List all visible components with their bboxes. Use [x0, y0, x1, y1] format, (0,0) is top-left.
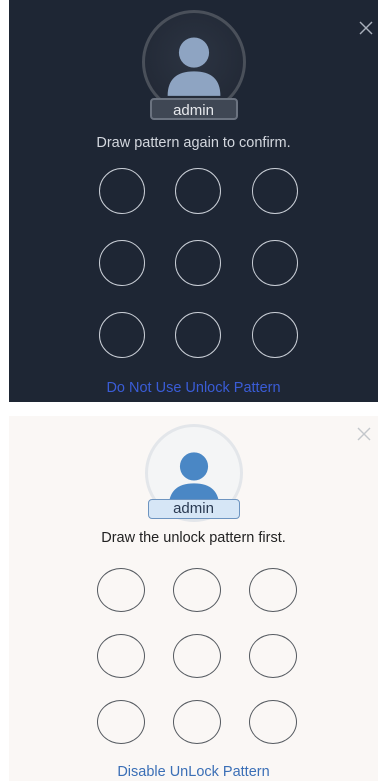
pattern-dot-4[interactable] [97, 634, 145, 678]
do-not-use-pattern-link[interactable]: Do Not Use Unlock Pattern [9, 380, 378, 396]
pattern-dot-7[interactable] [97, 700, 145, 744]
pattern-dot-2[interactable] [175, 168, 221, 214]
pattern-dot-4[interactable] [99, 240, 145, 286]
disable-unlock-pattern-link[interactable]: Disable UnLock Pattern [9, 764, 378, 780]
pattern-grid[interactable] [9, 0, 378, 358]
set-pattern-dialog: admin Draw the unlock pattern first. Dis… [9, 416, 378, 781]
pattern-dot-6[interactable] [249, 634, 297, 678]
pattern-dot-8[interactable] [173, 700, 221, 744]
pattern-grid[interactable] [9, 416, 378, 744]
pattern-dot-3[interactable] [249, 568, 297, 612]
username-label: admin [147, 499, 240, 519]
confirm-pattern-dialog: admin Draw pattern again to confirm. Do … [9, 0, 378, 402]
pattern-dot-5[interactable] [173, 634, 221, 678]
pattern-dot-7[interactable] [99, 312, 145, 358]
pattern-dot-3[interactable] [252, 168, 298, 214]
pattern-prompt: Draw pattern again to confirm. [96, 135, 291, 151]
username-label: admin [149, 98, 238, 120]
pattern-dot-1[interactable] [97, 568, 145, 612]
pattern-dot-9[interactable] [252, 312, 298, 358]
user-icon [167, 37, 220, 96]
pattern-dot-8[interactable] [175, 312, 221, 358]
pattern-dot-2[interactable] [173, 568, 221, 612]
pattern-prompt: Draw the unlock pattern first. [101, 530, 286, 546]
pattern-dot-5[interactable] [175, 240, 221, 286]
close-icon[interactable] [358, 20, 374, 36]
pattern-dot-9[interactable] [249, 700, 297, 744]
close-icon[interactable] [356, 426, 372, 442]
pattern-dot-1[interactable] [99, 168, 145, 214]
pattern-dot-6[interactable] [252, 240, 298, 286]
